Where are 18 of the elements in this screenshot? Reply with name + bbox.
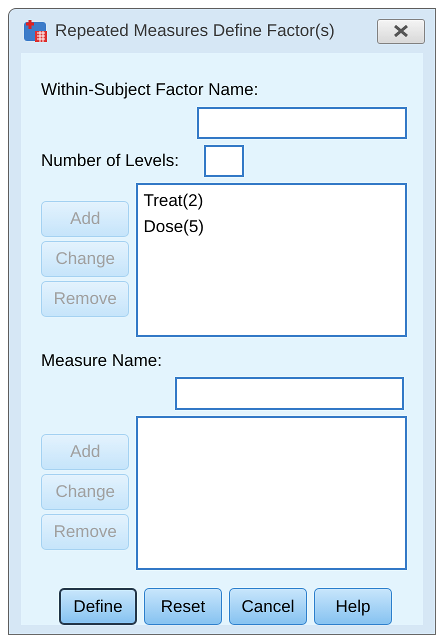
- measure-name-field[interactable]: [175, 377, 404, 410]
- list-item[interactable]: Dose(5): [143, 216, 400, 238]
- field-label: Number of Levels:: [41, 150, 180, 172]
- close-icon: [393, 25, 409, 37]
- list-item[interactable]: Treat(2): [143, 190, 400, 212]
- dialog-button[interactable]: Define: [59, 588, 137, 625]
- dialog-button[interactable]: Cancel: [229, 588, 307, 625]
- list-box[interactable]: [136, 416, 407, 570]
- list-box[interactable]: Treat(2) Dose(5): [136, 182, 407, 336]
- levels-field[interactable]: [204, 144, 244, 176]
- field-label: Measure Name:: [41, 350, 163, 372]
- window-title: Repeated Measures Define Factor(s): [55, 20, 336, 42]
- factor-name-field[interactable]: [197, 106, 407, 138]
- app-icon: [23, 19, 49, 43]
- dialog-button[interactable]: Help: [314, 588, 392, 625]
- dialog-button[interactable]: Reset: [144, 588, 222, 625]
- close-button[interactable]: [377, 18, 425, 44]
- field-label: Within-Subject Factor Name:: [41, 79, 260, 101]
